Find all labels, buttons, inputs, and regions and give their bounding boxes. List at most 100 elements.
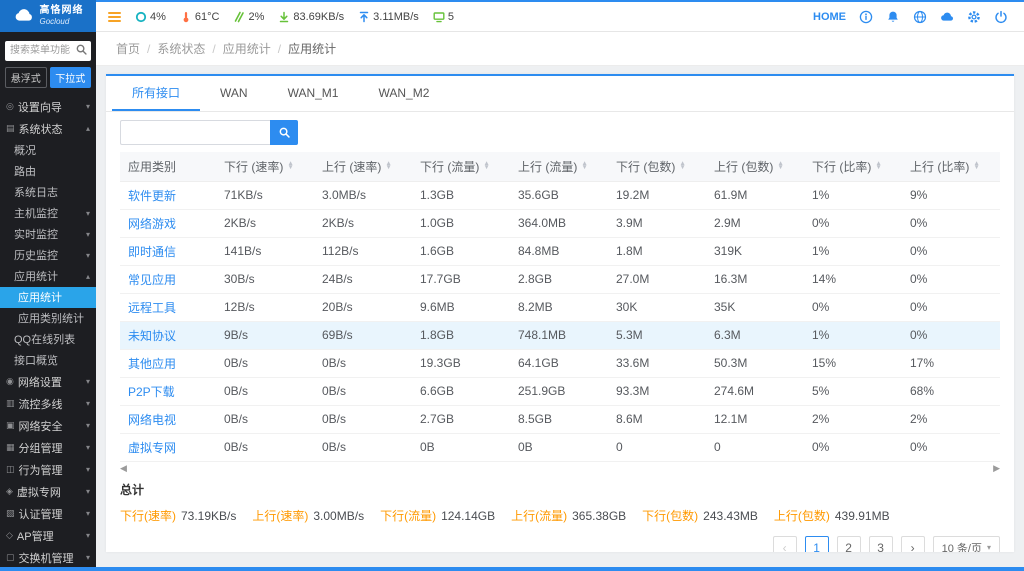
sidebar-subitem[interactable]: 系统日志: [0, 182, 96, 203]
sort-icon[interactable]: ▲ ▼: [679, 160, 685, 171]
tab-WAN_M1[interactable]: WAN_M1: [268, 76, 359, 111]
sort-icon[interactable]: ▲ ▼: [581, 160, 587, 171]
column-header[interactable]: 上行 (速率) ▲ ▼: [314, 152, 412, 182]
sidebar-subitem[interactable]: QQ在线列表: [0, 329, 96, 350]
table-cell: 0B/s: [216, 349, 314, 378]
notification-icon[interactable]: [886, 10, 900, 24]
table-row[interactable]: 软件更新 71KB/s 3.0MB/s 1.3GB 35.6GB 19.2M 61.9M 1%…: [120, 181, 1000, 210]
sidebar-item[interactable]: ◈ 虚拟专网 ▾: [0, 481, 96, 503]
tab-所有接口[interactable]: 所有接口: [112, 76, 200, 111]
behavior-management-icon: ◫: [6, 464, 15, 474]
breadcrumb-item[interactable]: 系统状态: [157, 40, 205, 57]
app-category-link[interactable]: 常见应用: [120, 265, 216, 294]
chevron-down-icon: ▾: [986, 543, 991, 552]
sidebar-item[interactable]: ◫ 行为管理 ▾: [0, 459, 96, 481]
column-header-label: 上行 (速率): [322, 159, 382, 174]
page-button-2[interactable]: 2: [836, 535, 861, 552]
table-cell: 5.3M: [608, 321, 706, 350]
table-row[interactable]: 网络游戏 2KB/s 2KB/s 1.0GB 364.0MB 3.9M 2.9M 0% 0%: [120, 209, 1000, 238]
total-value: 439.91MB: [834, 508, 890, 523]
sort-icon[interactable]: ▲ ▼: [973, 160, 979, 171]
breadcrumb-item[interactable]: 应用统计: [223, 40, 271, 57]
sort-icon[interactable]: ▲ ▼: [875, 160, 881, 171]
app-search-input[interactable]: [120, 120, 270, 145]
search-icon[interactable]: [75, 43, 88, 56]
sidebar-item[interactable]: ▧ 认证管理 ▾: [0, 503, 96, 525]
sidebar-subitem[interactable]: 接口概览: [0, 350, 96, 371]
table-row[interactable]: 虚拟专网 0B/s 0B/s 0B 0B 0 0 0% 0%: [120, 433, 1000, 462]
sidebar-subsubitem[interactable]: 应用类别统计: [0, 308, 96, 329]
column-header[interactable]: 下行 (包数) ▲ ▼: [608, 152, 706, 182]
column-header[interactable]: 下行 (流量) ▲ ▼: [412, 152, 510, 182]
page-button-1[interactable]: 1: [804, 535, 829, 552]
column-header[interactable]: 上行 (比率) ▲ ▼: [902, 152, 1000, 182]
sort-icon[interactable]: ▲ ▼: [385, 160, 391, 171]
sidebar-mode-tab[interactable]: 悬浮式: [5, 66, 47, 88]
page-size-select[interactable]: 10 条/页 ▾: [932, 535, 1000, 552]
column-header[interactable]: 上行 (包数) ▲ ▼: [706, 152, 804, 182]
main-content: 首页 / 系统状态 / 应用统计 / 应用统计 所有接口 WAN WAN_M1 WAN_M2 应用…: [96, 32, 1024, 571]
horizontal-scrollbar[interactable]: ◀ ▶: [120, 463, 1000, 474]
total-value: 243.43MB: [703, 508, 758, 523]
app-category-link[interactable]: 未知协议: [120, 321, 216, 350]
scroll-right-icon[interactable]: ▶: [993, 463, 1000, 474]
sidebar-subitem[interactable]: 路由: [0, 161, 96, 182]
table-cell: 69B/s: [314, 321, 412, 350]
info-icon[interactable]: [859, 10, 873, 24]
table-row[interactable]: 远程工具 12B/s 20B/s 9.6MB 8.2MB 30K 35K 0% 0%: [120, 293, 1000, 322]
sidebar-item[interactable]: ◉ 网络设置 ▾: [0, 371, 96, 393]
app-category-link[interactable]: 远程工具: [120, 293, 216, 322]
sort-icon[interactable]: ▲ ▼: [483, 160, 489, 171]
table-row[interactable]: 其他应用 0B/s 0B/s 19.3GB 64.1GB 33.6M 50.3M 15% 17%: [120, 349, 1000, 378]
sidebar-item[interactable]: ◎ 设置向导 ▾: [0, 96, 96, 118]
sidebar-item[interactable]: ◇ AP管理 ▾: [0, 525, 96, 547]
column-header[interactable]: 应用类别: [120, 152, 216, 182]
app-category-link[interactable]: 网络游戏: [120, 209, 216, 238]
app-category-link[interactable]: 其他应用: [120, 349, 216, 378]
sidebar-subitem[interactable]: 主机监控 ▾: [0, 203, 96, 224]
logout-power-icon[interactable]: [994, 10, 1008, 24]
language-globe-icon[interactable]: [913, 10, 927, 24]
sort-icon[interactable]: ▲ ▼: [777, 160, 783, 171]
sidebar-mode-tab[interactable]: 下拉式: [49, 66, 91, 88]
sidebar-subitem[interactable]: 概况: [0, 140, 96, 161]
sidebar-item[interactable]: ▥ 流控多线 ▾: [0, 393, 96, 415]
tab-WAN[interactable]: WAN: [200, 76, 268, 111]
home-link[interactable]: HOME: [813, 11, 846, 23]
cloud-icon[interactable]: [940, 10, 954, 24]
column-header[interactable]: 下行 (速率) ▲ ▼: [216, 152, 314, 182]
sort-icon[interactable]: ▲ ▼: [287, 160, 293, 171]
sidebar-subitem[interactable]: 应用统计 ▴: [0, 266, 96, 287]
settings-gear-icon[interactable]: [967, 10, 981, 24]
table-row[interactable]: P2P下载 0B/s 0B/s 6.6GB 251.9GB 93.3M 274.6M 5% 68…: [120, 377, 1000, 406]
scroll-left-icon[interactable]: ◀: [120, 463, 127, 474]
sidebar-item[interactable]: ▦ 分组管理 ▾: [0, 437, 96, 459]
tab-WAN_M2[interactable]: WAN_M2: [358, 76, 449, 111]
breadcrumb-item[interactable]: 首页: [116, 40, 140, 57]
sidebar-subitem[interactable]: 实时监控 ▾: [0, 224, 96, 245]
sidebar-subitem[interactable]: 历史监控 ▾: [0, 245, 96, 266]
table-row[interactable]: 常见应用 30B/s 24B/s 17.7GB 2.8GB 27.0M 16.3M 14% 0%: [120, 265, 1000, 294]
sidebar-item[interactable]: ▤ 系统状态 ▴: [0, 118, 96, 140]
page-button-3[interactable]: 3: [868, 535, 893, 552]
search-button[interactable]: [270, 120, 298, 145]
app-category-link[interactable]: 软件更新: [120, 181, 216, 210]
app-category-link[interactable]: 网络电视: [120, 405, 216, 434]
sidebar-item-label: 分组管理: [18, 442, 63, 455]
sidebar-item[interactable]: ▣ 网络安全 ▾: [0, 415, 96, 437]
table-row[interactable]: 即时通信 141B/s 112B/s 1.6GB 84.8MB 1.8M 319K 1% 0%: [120, 237, 1000, 266]
sidebar-subsubitem[interactable]: 应用统计: [0, 286, 96, 308]
app-category-link[interactable]: P2P下载: [120, 377, 216, 406]
app-category-link[interactable]: 即时通信: [120, 237, 216, 266]
table-row[interactable]: 未知协议 9B/s 69B/s 1.8GB 748.1MB 5.3M 6.3M 1% 0%: [120, 321, 1000, 350]
prev-page-button[interactable]: ‹: [772, 535, 797, 552]
table-cell: 0%: [902, 321, 1000, 350]
column-header[interactable]: 下行 (比率) ▲ ▼: [804, 152, 902, 182]
column-header[interactable]: 上行 (流量) ▲ ▼: [510, 152, 608, 182]
next-page-button[interactable]: ›: [900, 535, 925, 552]
sidebar-item[interactable]: ▢ 交换机管理 ▾: [0, 547, 96, 569]
app-category-link[interactable]: 虚拟专网: [120, 433, 216, 462]
chevron-down-icon: ▾: [85, 553, 90, 562]
table-row[interactable]: 网络电视 0B/s 0B/s 2.7GB 8.5GB 8.6M 12.1M 2% 2%: [120, 405, 1000, 434]
menu-collapse-icon[interactable]: [108, 11, 121, 22]
